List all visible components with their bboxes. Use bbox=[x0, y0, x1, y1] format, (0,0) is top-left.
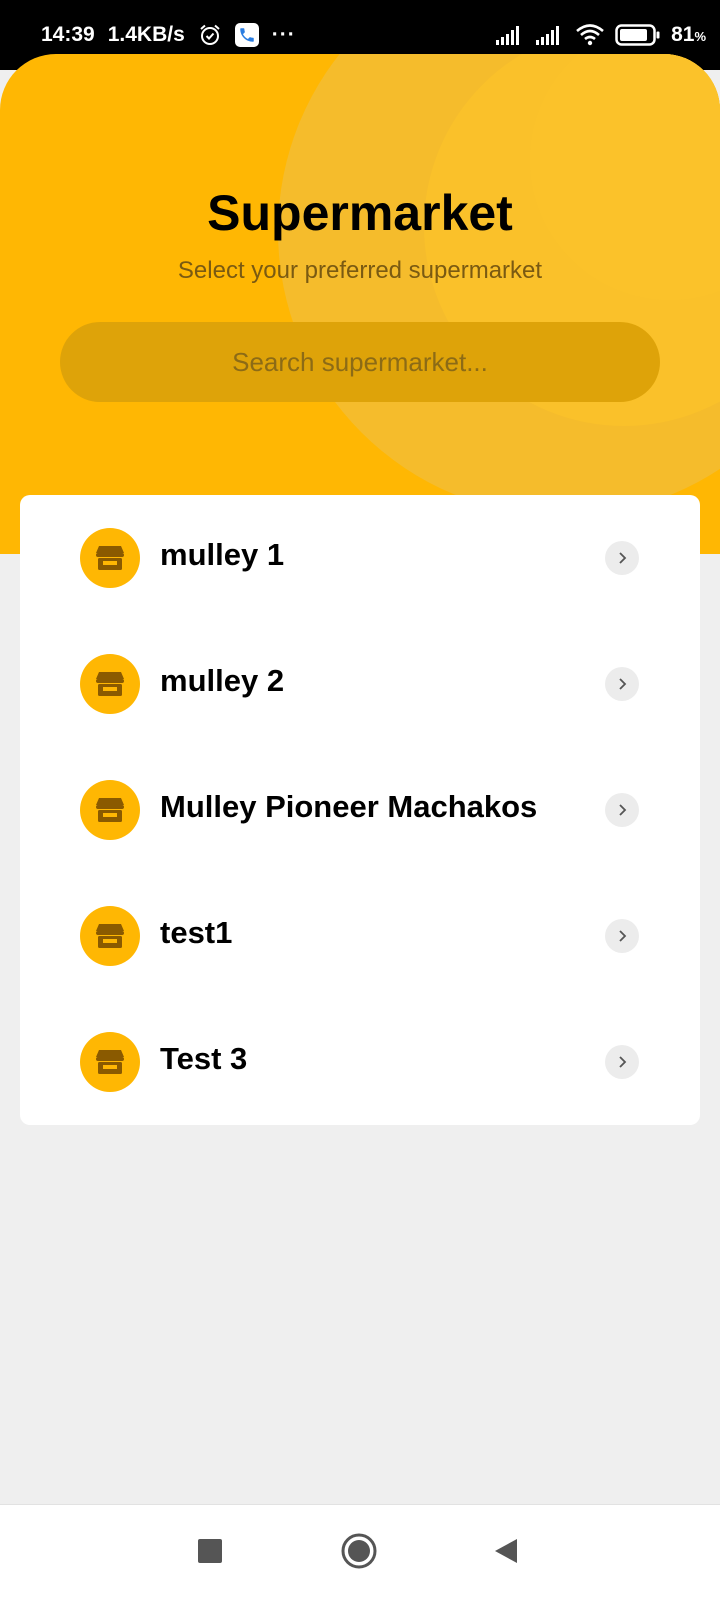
store-icon bbox=[80, 1032, 140, 1092]
supermarket-name: Mulley Pioneer Machakos bbox=[160, 789, 538, 824]
chevron-right-icon[interactable] bbox=[605, 541, 639, 575]
battery-percent: 81% bbox=[671, 23, 706, 47]
status-bar-right: 81% bbox=[495, 20, 706, 50]
wifi-icon bbox=[575, 23, 605, 47]
back-triangle-icon bbox=[493, 1537, 519, 1570]
store-icon bbox=[80, 906, 140, 966]
signal-icon bbox=[495, 24, 525, 46]
search-input[interactable] bbox=[60, 322, 660, 402]
network-speed: 1.4KB/s bbox=[107, 23, 185, 46]
list-item-supermarket[interactable]: Mulley Pioneer Machakos bbox=[20, 747, 700, 873]
page-title: Supermarket bbox=[207, 185, 513, 241]
recents-button[interactable] bbox=[190, 1533, 230, 1573]
store-icon bbox=[80, 780, 140, 840]
supermarket-name: mulley 2 bbox=[160, 663, 285, 698]
list-item-supermarket[interactable]: Test 3 bbox=[20, 999, 700, 1125]
chevron-right-icon[interactable] bbox=[605, 667, 639, 701]
list-item-supermarket[interactable]: mulley 2 bbox=[20, 621, 700, 747]
circle-icon bbox=[341, 1533, 377, 1574]
square-icon bbox=[197, 1538, 223, 1569]
store-icon bbox=[80, 654, 140, 714]
supermarket-name: mulley 1 bbox=[160, 537, 285, 572]
chevron-right-icon[interactable] bbox=[605, 919, 639, 953]
alarm-icon bbox=[198, 23, 222, 47]
status-bar-left: 14:39 1.4KB/s ··· bbox=[41, 20, 296, 50]
page-subtitle: Select your preferred supermarket bbox=[177, 257, 543, 284]
system-navigation-bar bbox=[0, 1504, 720, 1601]
signal-2-icon bbox=[535, 24, 565, 46]
more-notifications-icon: ··· bbox=[271, 23, 296, 46]
store-icon bbox=[80, 528, 140, 588]
supermarket-list: mulley 1 mulley 2 Mulley Pioneer Machako… bbox=[20, 495, 700, 1125]
battery-percent-unit: % bbox=[694, 29, 706, 44]
supermarket-name: test1 bbox=[160, 915, 233, 950]
back-button[interactable] bbox=[486, 1533, 526, 1573]
chevron-right-icon[interactable] bbox=[605, 1045, 639, 1079]
list-item-supermarket[interactable]: test1 bbox=[20, 873, 700, 999]
phone-call-icon bbox=[234, 23, 259, 47]
header-panel: Supermarket Select your preferred superm… bbox=[0, 54, 720, 554]
battery-percent-value: 81 bbox=[671, 23, 695, 46]
battery-icon bbox=[615, 23, 661, 47]
list-item-supermarket[interactable]: mulley 1 bbox=[20, 495, 700, 621]
supermarket-name: Test 3 bbox=[160, 1041, 248, 1076]
home-button[interactable] bbox=[339, 1533, 379, 1573]
clock: 14:39 bbox=[41, 23, 95, 46]
chevron-right-icon[interactable] bbox=[605, 793, 639, 827]
